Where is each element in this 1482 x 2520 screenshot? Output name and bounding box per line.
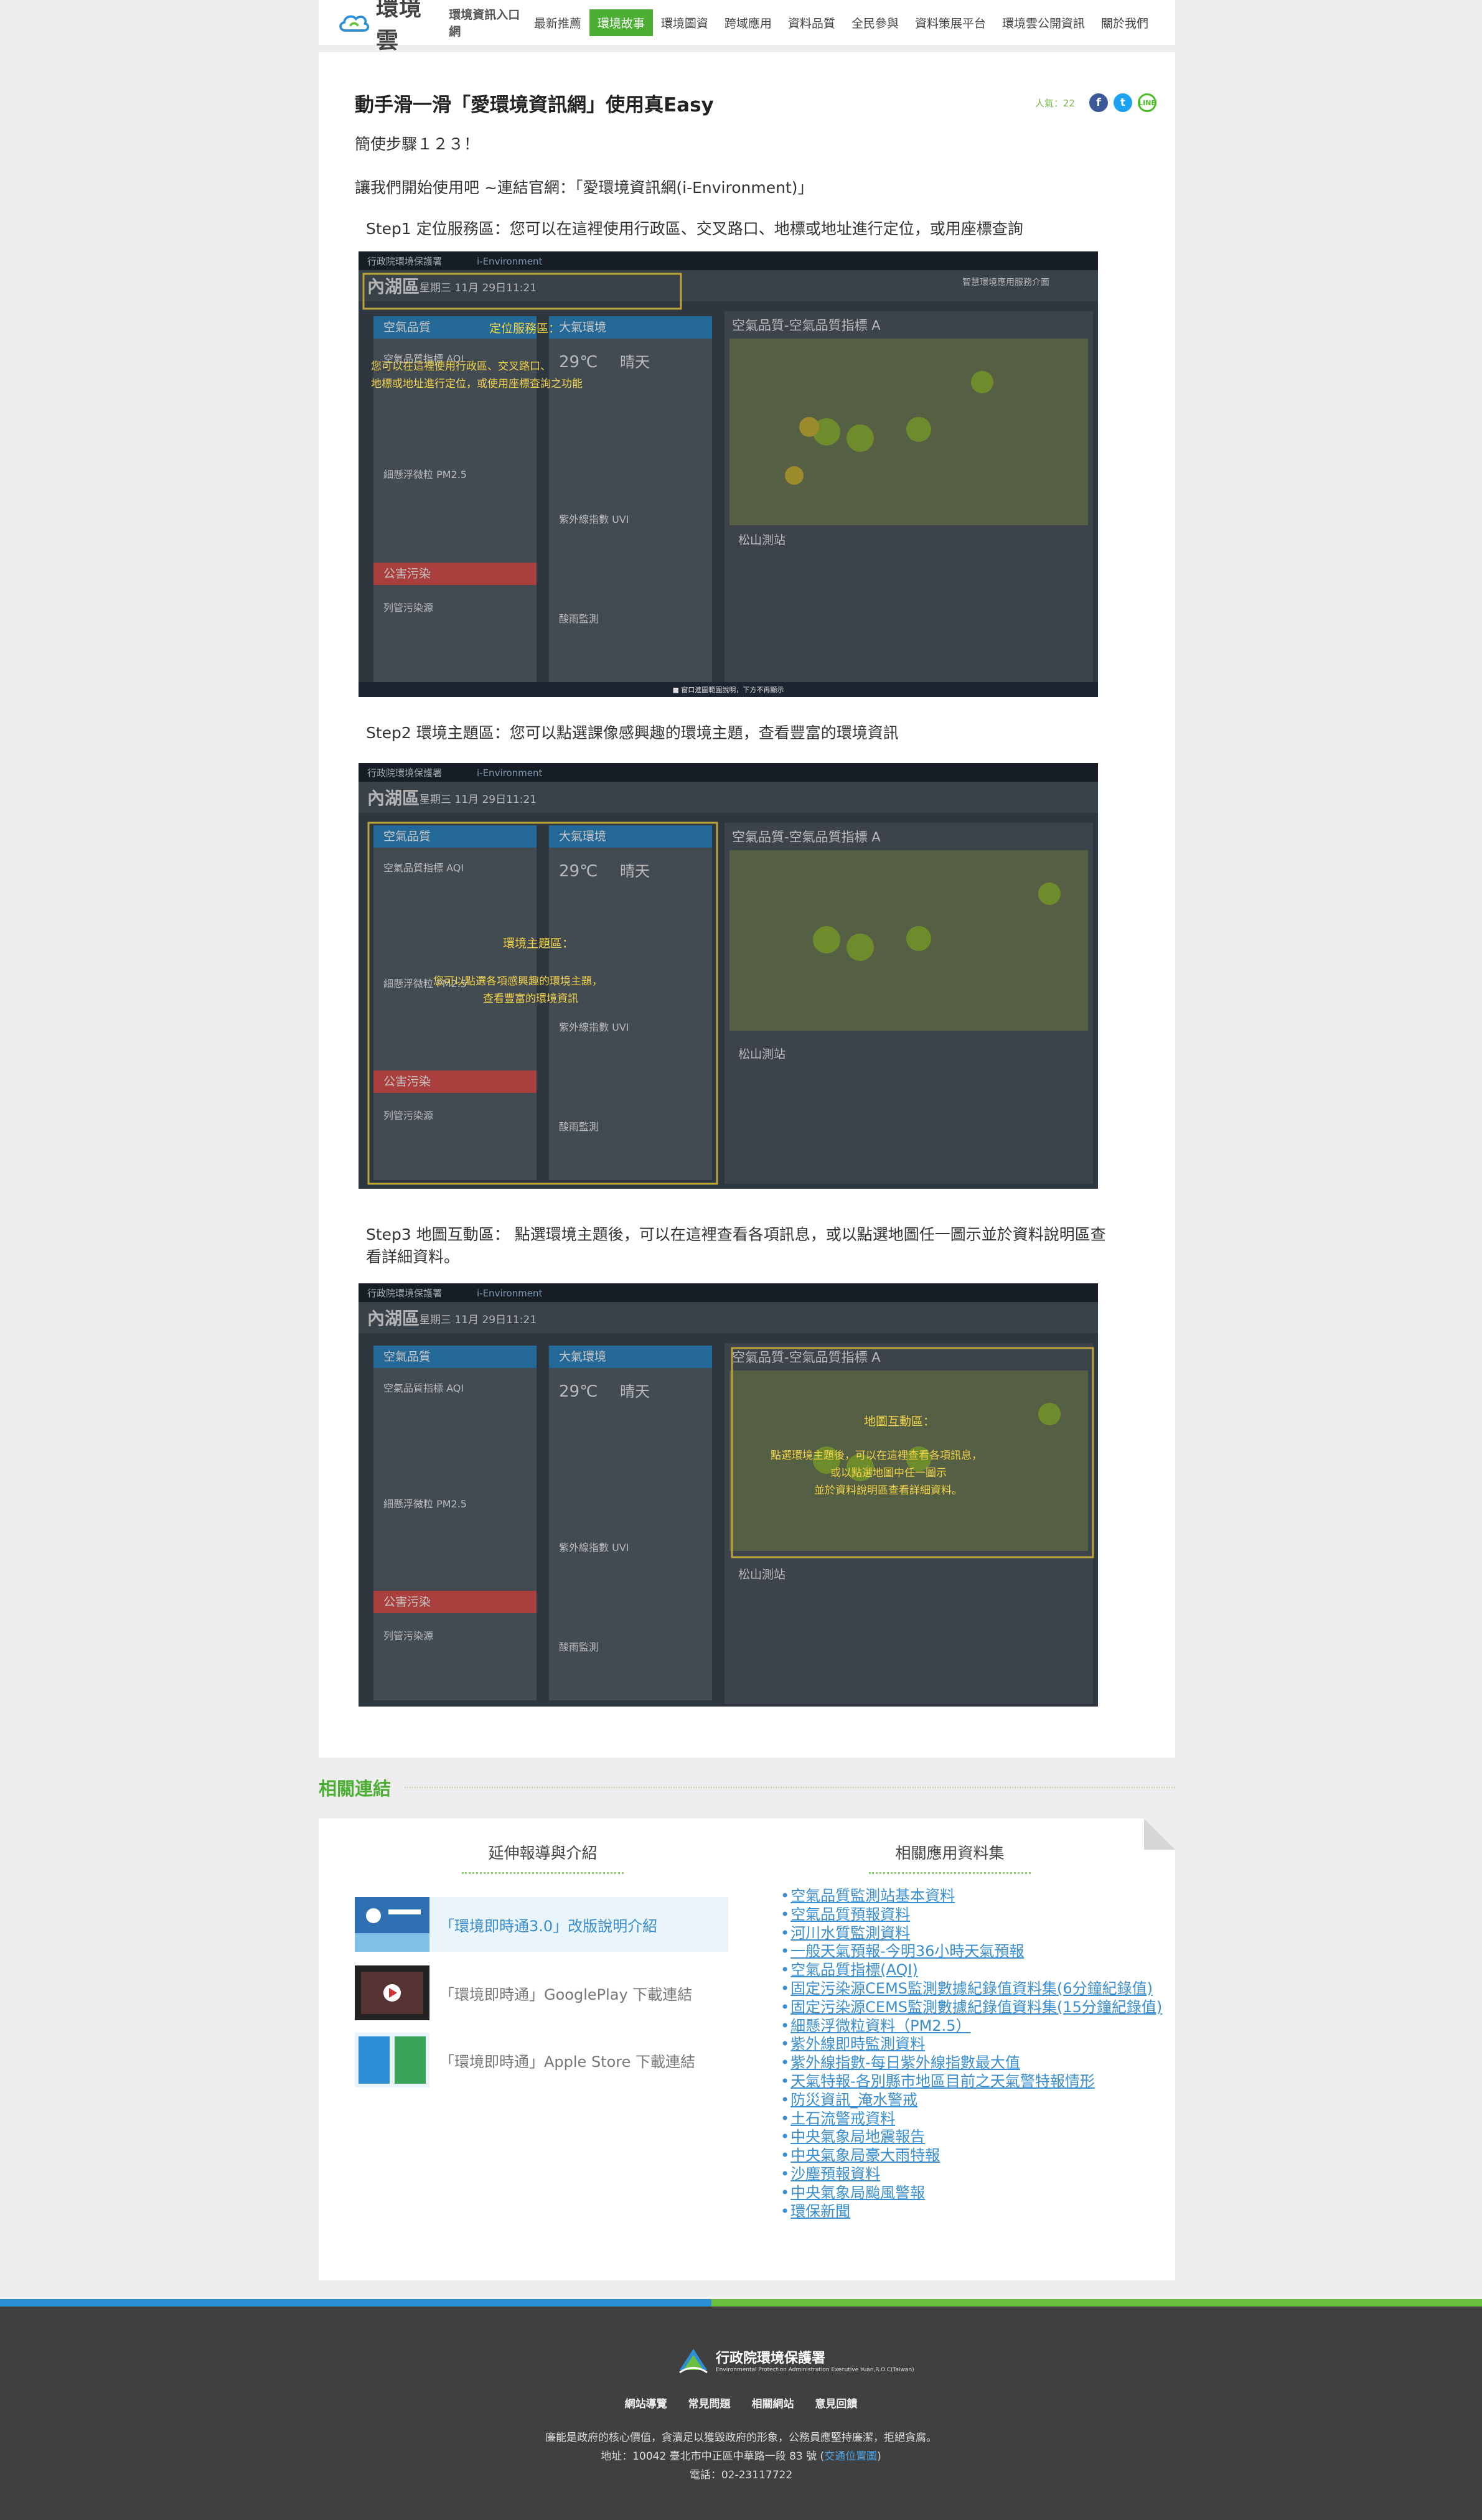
news-thumbnail-image xyxy=(355,1965,429,2020)
footer-related-link[interactable]: 相關網站 xyxy=(751,2398,794,2410)
news-title[interactable]: 「環境即時通」GooglePlay 下載連結 xyxy=(439,1982,692,2004)
news-item[interactable]: 「環境即時通」Apple Store 下載連結 xyxy=(355,2033,728,2087)
footer-phone: 電話：02-23117722 xyxy=(689,2469,793,2481)
ss1-note-title: 定位服務區： xyxy=(489,322,560,335)
dataset-link[interactable]: •空氣品質預報資料 xyxy=(781,1906,1162,1924)
step3-screenshot: 行政院環境保護署 i-Environment 內湖區 星期三 11月 29日11… xyxy=(359,1283,1098,1707)
dataset-link[interactable]: •紫外線指數-每日紫外線指數最大值 xyxy=(781,2054,1162,2073)
dataset-list: •空氣品質監測站基本資料 •空氣品質預報資料 •河川水質監測資料 •一般天氣預報… xyxy=(781,1887,1162,2221)
site-header: 環境雲 環境資訊入口網 最新推薦 環境故事 環境圖資 跨域應用 資料品質 全民參… xyxy=(319,0,1175,54)
step3-screenshot-image: 行政院環境保護署 i-Environment 內湖區 星期三 11月 29日11… xyxy=(359,1283,1098,1707)
nav-about[interactable]: 關於我們 xyxy=(1093,9,1156,36)
ss2-note-body1: 您可以點選各項感興趣的環境主題， xyxy=(433,975,603,988)
article-title: 動手滑一滑「愛環境資訊網」使用真Easy xyxy=(355,93,714,116)
ss2-note-body2: 查看豐富的環境資訊 xyxy=(483,993,578,1005)
dataset-link[interactable]: •環保新聞 xyxy=(781,2203,1162,2221)
nav-open-info[interactable]: 環境雲公開資訊 xyxy=(994,9,1093,36)
dataset-link[interactable]: •防災資訊_淹水警戒 xyxy=(781,2091,1162,2110)
step1-text: Step1 定位服務區：您可以在這裡使用行政區、交叉路口、地標或地址進行定位，或… xyxy=(366,220,1023,238)
dataset-link[interactable]: •空氣品質監測站基本資料 xyxy=(781,1887,1162,1906)
epa-emblem-icon xyxy=(679,2349,708,2374)
dataset-link[interactable]: •紫外線即時監測資料 xyxy=(781,2035,1162,2054)
site-logo[interactable]: 環境雲 環境資訊入口網 xyxy=(337,0,526,55)
dataset-link[interactable]: •沙塵預報資料 xyxy=(781,2165,1162,2184)
footer-faq-link[interactable]: 常見問題 xyxy=(688,2398,731,2410)
step1-screenshot-image: 行政院環境保護署 i-Environment 內湖區 星期三 11月 29日11… xyxy=(359,251,1098,697)
related-header: 相關連結 xyxy=(319,1775,1175,1800)
news-title[interactable]: 「環境即時通」Apple Store 下載連結 xyxy=(439,2049,695,2071)
dataset-link[interactable]: •河川水質監測資料 xyxy=(781,1924,1162,1943)
footer-agency-name: 行政院環境保護署 xyxy=(716,2351,826,2366)
news-thumbnail-image xyxy=(355,1897,429,1952)
traffic-map-link[interactable]: 交通位置圖 xyxy=(824,2450,877,2463)
dataset-link[interactable]: •一般天氣預報-今明36小時天氣預報 xyxy=(781,1942,1162,1961)
related-divider xyxy=(405,1787,1175,1788)
ss3-note-title: 地圖互動區： xyxy=(864,1415,935,1428)
dataset-link[interactable]: •土石流警戒資料 xyxy=(781,2110,1162,2129)
dataset-link[interactable]: •中央氣象局地震報告 xyxy=(781,2128,1162,2147)
ss1-note-body2: 地標或地址進行定位，或使用座標查詢之功能 xyxy=(371,377,583,390)
nav-stories[interactable]: 環境故事 xyxy=(589,9,653,36)
footer-integrity-note: 廉能是政府的核心價值，貪瀆足以獲毀政府的形象，公務員應堅持廉潔，拒絕貪腐。 xyxy=(545,2432,937,2444)
dataset-link[interactable]: •中央氣象局颱風警報 xyxy=(781,2184,1162,2203)
cloud-logo-icon xyxy=(339,15,370,32)
related-box: 延伸報導與介紹 相關應用資料集 「環境即時通3.0」改版說明介紹 「環境即時通」… xyxy=(319,1819,1175,2280)
article-lead[interactable]: 讓我們開始使用吧 ~連結官網：「愛環境資訊網(i-Environment)」 xyxy=(355,177,1156,199)
nav-curation[interactable]: 資料策展平台 xyxy=(907,9,994,36)
step2-screenshot-image: 行政院環境保護署 i-Environment 內湖區 星期三 11月 29日11… xyxy=(359,763,1098,1189)
footer-address: 地址：10042 臺北市中正區中華路一段 83 號 (交通位置圖) xyxy=(601,2450,881,2463)
step1-screenshot: 行政院環境保護署 i-Environment 內湖區 星期三 11月 29日11… xyxy=(359,251,1098,697)
ss1-caption: ■ 窗口進圖範圍說明，下方不再顯示 xyxy=(673,685,784,694)
step2-text: Step2 環境主題區：您可以點選課像感興趣的環境主題，查看豐富的環境資訊 xyxy=(366,724,899,742)
dataset-link[interactable]: •細懸浮微粒資料（PM2.5） xyxy=(781,2017,1162,2036)
facebook-share-icon[interactable]: f xyxy=(1089,93,1108,112)
view-count: 人氣：22 xyxy=(1034,97,1075,109)
footer-feedback-link[interactable]: 意見回饋 xyxy=(815,2398,857,2410)
related-title: 相關連結 xyxy=(319,1778,392,1799)
main-nav: 最新推薦 環境故事 環境圖資 跨域應用 資料品質 全民參與 資料策展平台 環境雲… xyxy=(526,9,1156,36)
dataset-link[interactable]: •天氣特報-各別縣市地區目前之天氣警特報情形 xyxy=(781,2073,1162,2091)
ss3-note-body1: 點選環境主題後，可以在這裡查看各項訊息， xyxy=(771,1450,982,1462)
step2-screenshot: 行政院環境保護署 i-Environment 內湖區 星期三 11月 29日11… xyxy=(359,763,1098,1189)
news-item[interactable]: 「環境即時通」GooglePlay 下載連結 xyxy=(355,1965,728,2020)
ss1-note-body1: 您可以在這裡使用行政區、交叉路口、 xyxy=(371,360,551,373)
nav-participation[interactable]: 全民參與 xyxy=(843,9,907,36)
logo-title: 環境雲 xyxy=(376,0,423,54)
footer-sitemap-link[interactable]: 網站導覽 xyxy=(625,2398,667,2410)
ss3-note-body3: 並於資料說明區查看詳細資料。 xyxy=(814,1484,962,1497)
step3-text: Step3 地圖互動區： 點選環境主題後，可以在這裡查看各項訊息，或以點選地圖任… xyxy=(366,1225,1106,1266)
extended-reports-title: 延伸報導與介紹 xyxy=(449,1841,636,1874)
footer-agency-english: Environmental Protection Administration … xyxy=(716,2367,914,2373)
dataset-link[interactable]: •固定污染源CEMS監測數據紀錄值資料集(15分鐘紀錄值) xyxy=(781,1998,1162,2017)
nav-latest[interactable]: 最新推薦 xyxy=(526,9,589,36)
ss3-note-body2: 或以點選地圖中任一圖示 xyxy=(830,1467,947,1479)
footer-stripe xyxy=(0,2299,1482,2307)
dataset-link[interactable]: •空氣品質指標(AQI) xyxy=(781,1961,1162,1980)
nav-data-quality[interactable]: 資料品質 xyxy=(780,9,843,36)
dataset-link[interactable]: •固定污染源CEMS監測數據紀錄值資料集(6分鐘紀錄值) xyxy=(781,1980,1162,1998)
nav-maps[interactable]: 環境圖資 xyxy=(653,9,716,36)
twitter-share-icon[interactable]: t xyxy=(1114,93,1132,112)
nav-cross-domain[interactable]: 跨域應用 xyxy=(716,9,780,36)
footer-links: 網站導覽 常見問題 相關網站 意見回饋 xyxy=(0,2395,1482,2410)
line-share-icon[interactable]: LINE xyxy=(1138,93,1156,112)
news-thumbnail-image xyxy=(355,2033,429,2087)
article-intro: 簡使步驟１２３！ xyxy=(355,135,480,153)
dataset-link[interactable]: •中央氣象局豪大雨特報 xyxy=(781,2147,1162,2165)
ss2-note-title: 環境主題區： xyxy=(503,937,574,950)
page-fold-corner xyxy=(1144,1819,1175,1850)
news-title[interactable]: 「環境即時通3.0」改版說明介紹 xyxy=(439,1914,657,1936)
site-footer: 行政院環境保護署 Environmental Protection Admini… xyxy=(0,2307,1482,2520)
epa-logo[interactable]: 行政院環境保護署 Environmental Protection Admini… xyxy=(677,2345,914,2375)
news-item[interactable]: 「環境即時通3.0」改版說明介紹 xyxy=(355,1897,728,1952)
logo-subtitle: 環境資訊入口網 xyxy=(449,8,520,39)
related-datasets-title: 相關應用資料集 xyxy=(856,1841,1043,1874)
